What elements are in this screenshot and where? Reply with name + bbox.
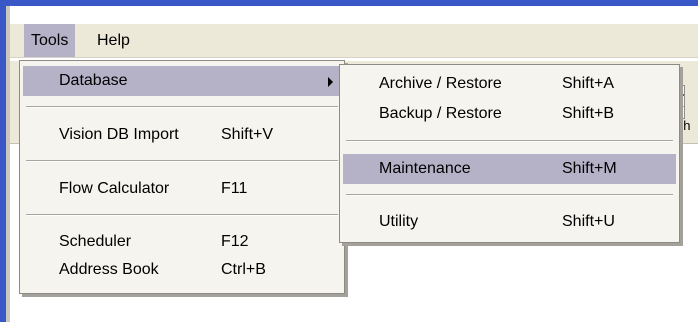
menu-item-label: Archive / Restore [379,75,502,92]
database-submenu: Archive / Restore Shift+A Backup / Resto… [339,64,680,243]
menu-item-shortcut: Shift+M [562,160,617,177]
menu-item-flow-calculator[interactable]: Flow Calculator F11 [23,174,341,204]
menubar-tools[interactable]: Tools [24,24,76,57]
menu-item-archive-restore[interactable]: Archive / Restore Shift+A [343,69,676,99]
menu-item-label: Backup / Restore [379,105,502,122]
menu-item-shortcut: Shift+B [562,105,615,122]
menu-item-shortcut: F11 [221,180,248,197]
menu-item-shortcut: F12 [221,233,249,250]
menu-item-label: Database [59,72,128,89]
menu-item-label: Utility [379,213,419,230]
menu-item-scheduler[interactable]: Scheduler F12 [23,227,341,257]
menu-separator [26,160,338,162]
menu-separator [26,214,338,216]
menubar-help[interactable]: Help [90,24,137,57]
menu-item-shortcut: Ctrl+B [221,261,266,278]
menu-item-maintenance[interactable]: Maintenance Shift+M [343,154,676,184]
menu-item-label: Address Book [59,261,159,278]
menu-item-backup-restore[interactable]: Backup / Restore Shift+B [343,99,676,129]
menu-item-label: Scheduler [59,233,132,250]
menu-item-label: Flow Calculator [59,180,170,197]
menu-item-shortcut: Shift+A [562,75,615,92]
menu-item-label: Maintenance [379,160,471,177]
tools-menu: Database Vision DB Import Shift+V Flow C… [19,60,345,294]
menu-item-utility[interactable]: Utility Shift+U [343,207,676,237]
menu-item-label: Vision DB Import [59,126,179,143]
menu-separator [26,106,338,108]
menu-bar: Tools Help [10,24,698,58]
menu-separator [346,140,673,142]
menu-item-shortcut: Shift+V [221,126,274,143]
menu-item-address-book[interactable]: Address Book Ctrl+B [23,255,341,285]
menu-separator [346,194,673,196]
menu-item-database[interactable]: Database [23,66,341,96]
menu-item-vision-db-import[interactable]: Vision DB Import Shift+V [23,120,341,150]
submenu-arrow-icon [328,77,333,87]
menu-item-shortcut: Shift+U [562,213,615,230]
